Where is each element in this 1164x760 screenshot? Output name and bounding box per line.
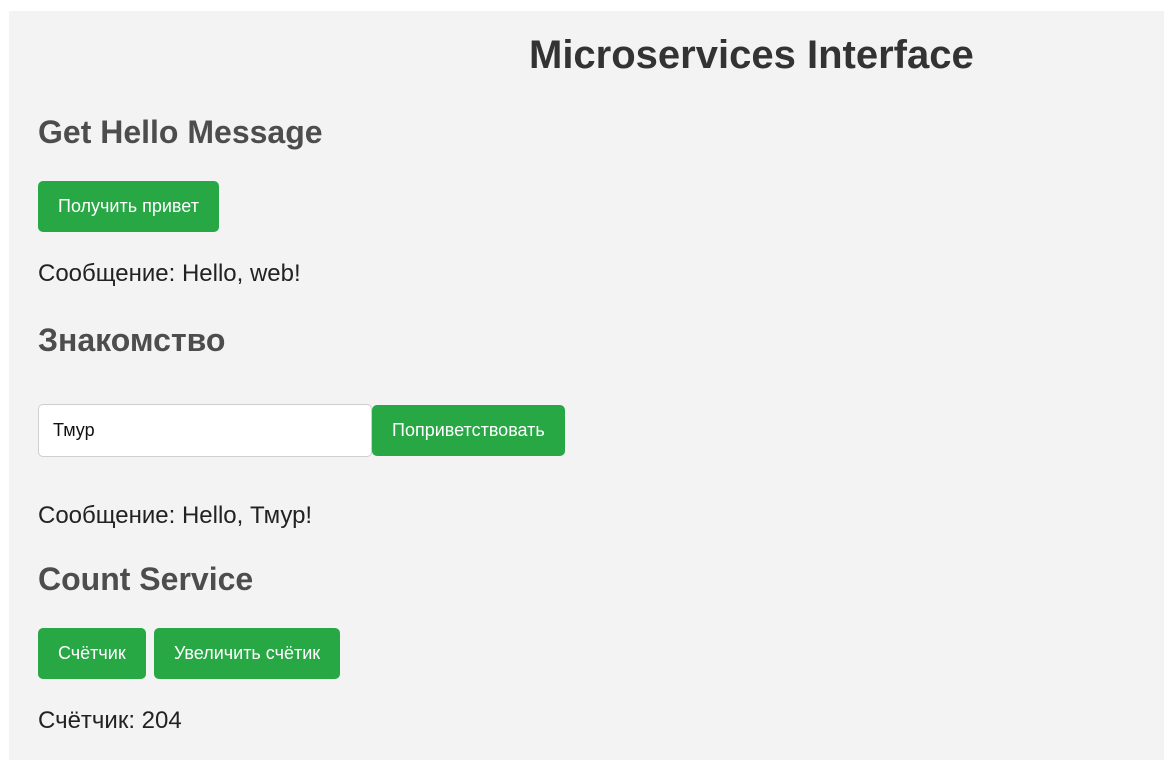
hello-message: Сообщение: Hello, web!	[38, 260, 301, 287]
page-container: Microservices Interface Get Hello Messag…	[9, 11, 1164, 760]
name-input[interactable]	[38, 404, 372, 457]
greet-message: Сообщение: Hello, Тмур!	[38, 502, 313, 529]
counter-message: Счётчик: 204	[38, 707, 182, 734]
get-hello-button[interactable]: Получить привет	[38, 181, 219, 232]
greet-button[interactable]: Поприветствовать	[372, 405, 565, 456]
page-title: Microservices Interface	[529, 33, 974, 77]
get-counter-button[interactable]: Счётчик	[38, 628, 146, 679]
greet-section-heading: Знакомство	[38, 322, 226, 358]
hello-section-heading: Get Hello Message	[38, 114, 323, 150]
count-section-heading: Count Service	[38, 561, 254, 597]
increment-counter-button[interactable]: Увеличить счётик	[154, 628, 341, 679]
